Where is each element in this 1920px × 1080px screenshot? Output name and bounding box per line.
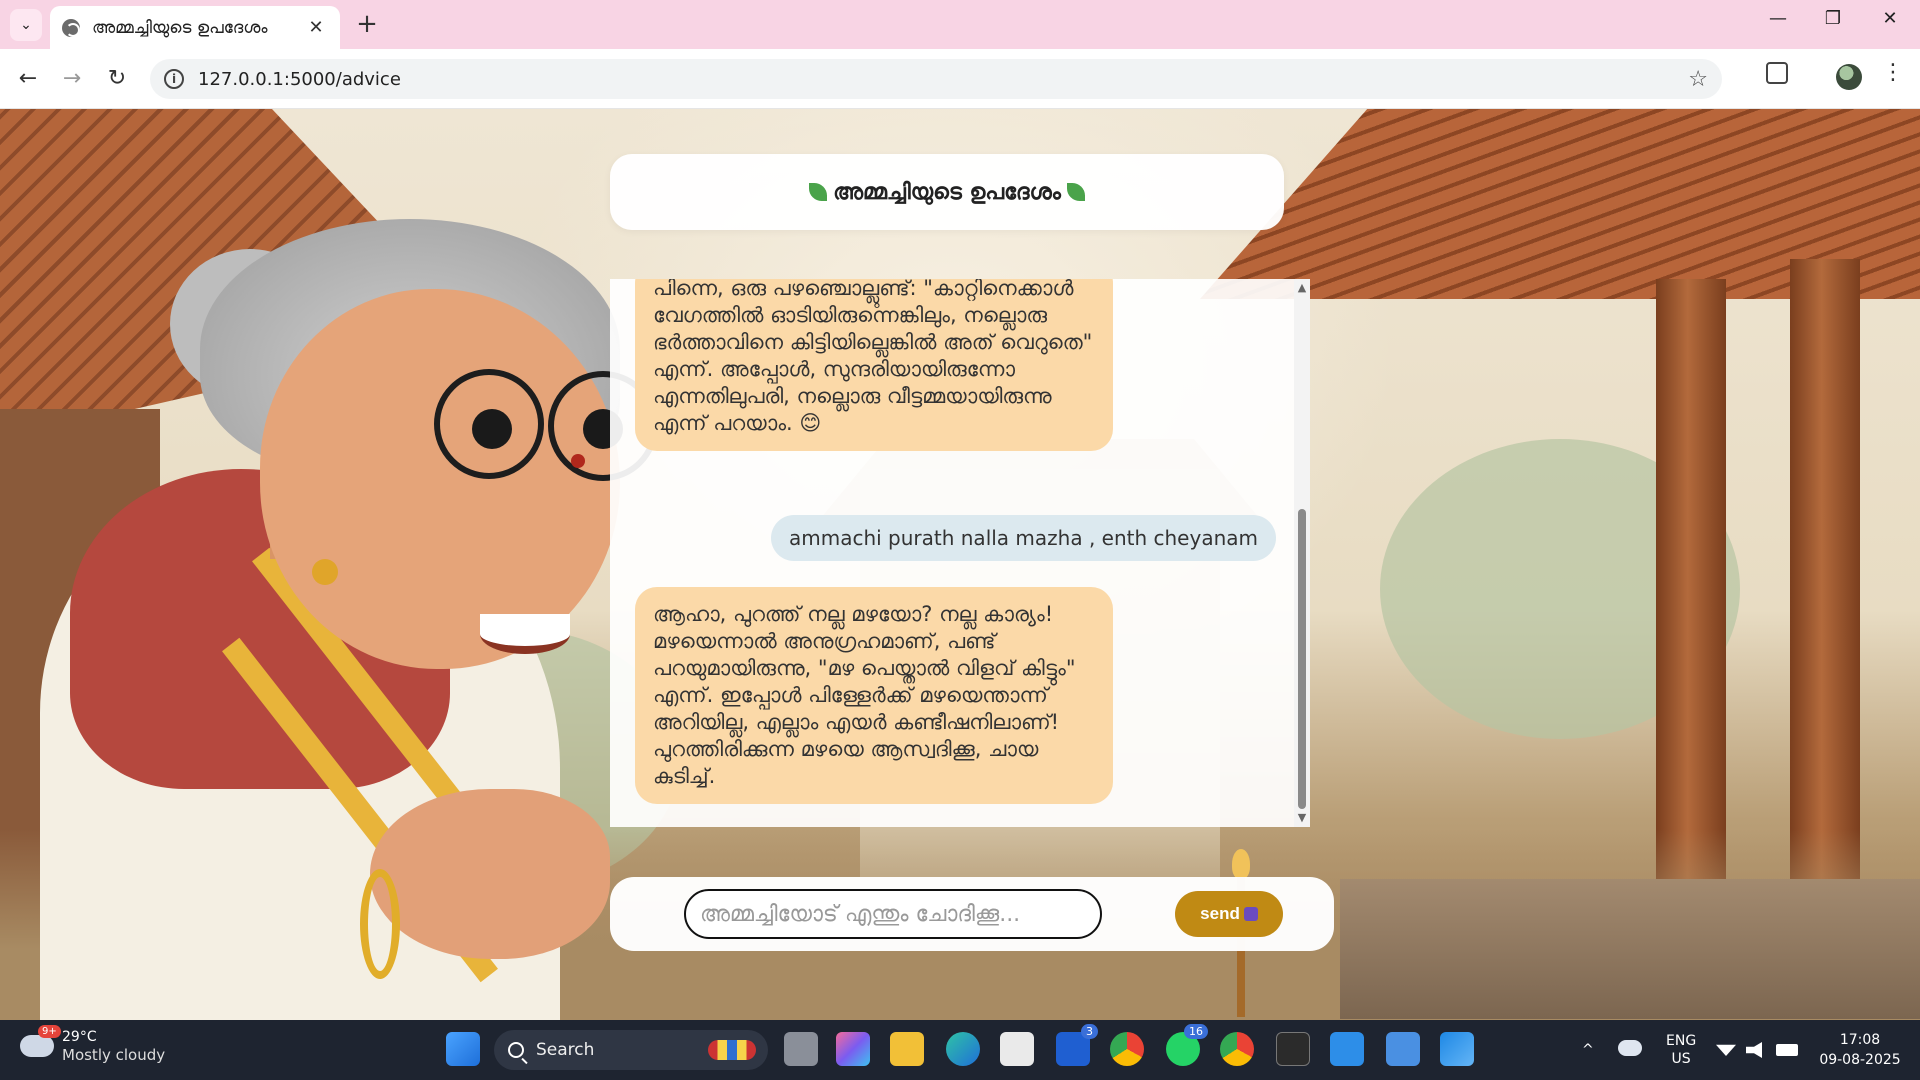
chat-messages-panel[interactable]: പിന്നെ, ഒരു പഴഞ്ചൊല്ലുണ്ട്: "കാറ്റിനെക്ക… bbox=[610, 279, 1310, 827]
close-tab-icon[interactable]: ✕ bbox=[304, 17, 328, 38]
wifi-icon[interactable] bbox=[1716, 1044, 1736, 1056]
copilot-icon[interactable] bbox=[836, 1032, 870, 1066]
browser-menu-icon[interactable]: ⋮ bbox=[1882, 60, 1904, 85]
reload-button[interactable]: ↻ bbox=[101, 63, 133, 95]
address-bar[interactable]: i 127.0.0.1:5000/advice ☆ bbox=[150, 59, 1722, 99]
battery-icon[interactable] bbox=[1776, 1044, 1798, 1056]
search-label: Search bbox=[536, 1040, 595, 1060]
clock[interactable]: 17:08 09-08-2025 bbox=[1810, 1030, 1910, 1070]
whatsapp-icon[interactable]: 16 bbox=[1166, 1024, 1208, 1066]
profile-avatar[interactable] bbox=[1836, 64, 1862, 90]
chat-input-bar: send bbox=[610, 877, 1334, 951]
site-info-icon[interactable]: i bbox=[164, 69, 184, 89]
notepad-icon[interactable] bbox=[1386, 1032, 1420, 1066]
search-icon bbox=[508, 1042, 524, 1058]
page-background: അമ്മച്ചിയുടെ ഉപദേശം പിന്നെ, ഒരു പഴഞ്ചൊല്… bbox=[0, 109, 1920, 1020]
tray-overflow-icon[interactable]: ^ bbox=[1582, 1020, 1594, 1080]
stone-platform bbox=[1340, 879, 1920, 1019]
page-title: അമ്മച്ചിയുടെ ഉപദേശം bbox=[833, 179, 1061, 205]
url-text[interactable]: 127.0.0.1:5000/advice bbox=[198, 69, 1688, 90]
lang-line-1: ENG bbox=[1666, 1033, 1697, 1049]
edge-icon[interactable] bbox=[946, 1032, 980, 1066]
globe-icon bbox=[62, 18, 80, 37]
lang-line-2: US bbox=[1671, 1051, 1691, 1067]
window-close-button[interactable]: ✕ bbox=[1870, 8, 1910, 29]
restore-button[interactable]: ❐ bbox=[1813, 8, 1853, 29]
onedrive-icon[interactable] bbox=[1618, 1040, 1642, 1056]
cloud-icon: 9+ bbox=[20, 1025, 61, 1057]
wooden-pillar bbox=[1656, 279, 1726, 919]
tab-strip: ⌄ അമ്മച്ചിയുടെ ഉപദേശം ✕ + — ❐ ✕ bbox=[0, 0, 1920, 49]
start-button[interactable] bbox=[446, 1032, 480, 1066]
app-badge: 16 bbox=[1184, 1024, 1208, 1039]
vscode-icon[interactable] bbox=[1330, 1032, 1364, 1066]
weather-widget[interactable]: 9+ 29°C Mostly cloudy bbox=[20, 1025, 166, 1064]
weather-condition: Mostly cloudy bbox=[62, 1046, 166, 1064]
scrollbar-thumb[interactable] bbox=[1298, 509, 1306, 809]
scroll-down-icon[interactable]: ▼ bbox=[1297, 811, 1307, 824]
extensions-icon[interactable] bbox=[1766, 62, 1788, 84]
tab-list-button[interactable]: ⌄ bbox=[10, 9, 42, 41]
paint-icon[interactable] bbox=[1440, 1032, 1474, 1066]
scroll-up-icon[interactable]: ▲ bbox=[1297, 281, 1307, 294]
leaf-icon bbox=[1066, 183, 1085, 201]
browser-toolbar: ← → ↻ i 127.0.0.1:5000/advice ☆ bbox=[0, 49, 1920, 109]
search-highlight-icon bbox=[708, 1040, 756, 1060]
bookmark-star-icon[interactable]: ☆ bbox=[1688, 67, 1708, 92]
clock-date: 09-08-2025 bbox=[1819, 1052, 1901, 1068]
user-message: ammachi purath nalla mazha , enth cheyan… bbox=[770, 515, 1276, 561]
leaf-icon bbox=[809, 183, 828, 201]
new-tab-button[interactable]: + bbox=[352, 10, 382, 38]
wooden-pillar bbox=[1790, 259, 1860, 919]
forward-button[interactable]: → bbox=[56, 63, 88, 95]
terminal-icon[interactable] bbox=[1276, 1032, 1310, 1066]
language-indicator[interactable]: ENG US bbox=[1666, 1020, 1696, 1080]
active-tab[interactable]: അമ്മച്ചിയുടെ ഉപദേശം ✕ bbox=[50, 6, 340, 49]
ammachi-message: പിന്നെ, ഒരു പഴഞ്ചൊല്ലുണ്ട്: "കാറ്റിനെക്ക… bbox=[635, 279, 1113, 451]
l-app-icon[interactable]: 3 bbox=[1056, 1024, 1098, 1066]
volume-icon[interactable] bbox=[1746, 1042, 1762, 1058]
task-view-icon[interactable] bbox=[784, 1032, 818, 1066]
minimize-button[interactable]: — bbox=[1758, 8, 1798, 29]
back-button[interactable]: ← bbox=[12, 63, 44, 95]
ammachi-illustration bbox=[0, 109, 658, 1020]
notification-badge: 9+ bbox=[38, 1025, 61, 1038]
chevron-down-icon: ⌄ bbox=[20, 17, 32, 33]
store-icon[interactable] bbox=[1000, 1032, 1034, 1066]
ammachi-message: ആഹാ, പുറത്ത് നല്ല മഴയോ? നല്ല കാര്യം! മഴയ… bbox=[635, 587, 1113, 804]
file-explorer-icon[interactable] bbox=[890, 1032, 924, 1066]
send-label: send bbox=[1200, 904, 1240, 923]
chat-header: അമ്മച്ചിയുടെ ഉപദേശം bbox=[610, 154, 1284, 230]
weather-temp: 29°C bbox=[62, 1029, 97, 1045]
chat-scrollbar[interactable]: ▲ ▼ bbox=[1294, 279, 1310, 827]
taskbar-search[interactable]: Search bbox=[494, 1030, 768, 1070]
send-button[interactable]: send bbox=[1175, 891, 1283, 937]
app-badge: 3 bbox=[1081, 1024, 1098, 1039]
clock-time: 17:08 bbox=[1839, 1032, 1881, 1048]
tab-title: അമ്മച്ചിയുടെ ഉപദേശം bbox=[92, 17, 268, 38]
message-input[interactable] bbox=[684, 889, 1102, 939]
bus-icon bbox=[1243, 907, 1258, 921]
chrome-icon[interactable] bbox=[1110, 1032, 1144, 1066]
taskbar: 9+ 29°C Mostly cloudy Search 3 16 ^ ENG … bbox=[0, 1020, 1920, 1080]
chrome-profile-icon[interactable] bbox=[1220, 1032, 1254, 1066]
